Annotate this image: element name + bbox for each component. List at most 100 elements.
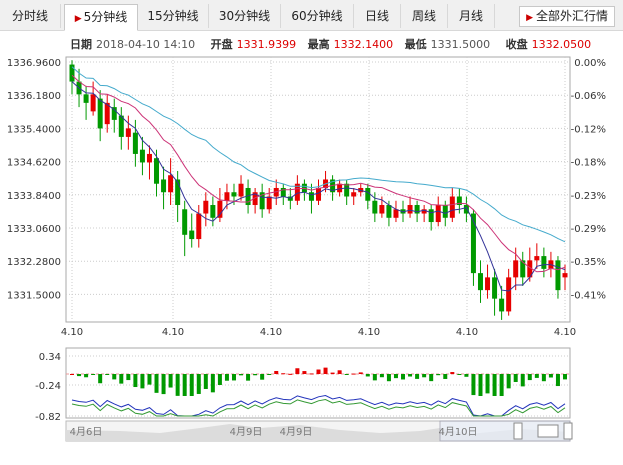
macd-bar-down — [126, 374, 131, 381]
indicator-frame — [65, 347, 571, 419]
navigator-date-label: 4月6日 — [70, 426, 103, 438]
macd-bar-down — [471, 374, 476, 396]
navigator-date-label: 4月10日 — [438, 426, 477, 438]
high-value: 1332.1400 — [333, 38, 394, 51]
macd-bar-up — [281, 373, 286, 375]
navigator-date-label: 4月9日 — [280, 426, 313, 438]
price-tick-label: 1332.2800 — [7, 257, 61, 268]
percent-tick-label: -0.35% — [571, 257, 606, 268]
macd-bar-down — [140, 374, 145, 389]
macd-bar-down — [386, 374, 391, 382]
macd-bar-down — [260, 374, 265, 380]
macd-bar-down — [499, 374, 504, 396]
tab-daily[interactable]: 日线 — [354, 4, 401, 28]
price-tick-label: 1331.5000 — [7, 290, 61, 301]
ma10-line — [71, 74, 566, 273]
macd-bar-down — [196, 374, 201, 394]
macd-bar-down — [267, 374, 272, 375]
date-label: 日期 — [70, 38, 92, 51]
price-tick-label: 1333.0600 — [7, 224, 61, 235]
open-value: 1331.9399 — [236, 38, 297, 51]
macd-bar-down — [372, 374, 377, 381]
candle-body — [442, 205, 448, 218]
macd-bar-down — [175, 374, 180, 396]
tab-5min-label: 5分钟线 — [83, 10, 128, 24]
macd-bar-down — [457, 374, 462, 375]
macd-bar-down — [203, 374, 208, 389]
range-navigator[interactable]: 4月6日 4月9日 4月9日 4月10日 — [65, 420, 573, 442]
candle-body — [414, 205, 420, 214]
macd-bar-down — [555, 374, 560, 387]
candle-body — [154, 158, 160, 184]
candle-body — [351, 192, 357, 197]
macd-bar-up — [302, 371, 307, 374]
tab-15min[interactable]: 15分钟线 — [138, 4, 209, 28]
candle-body — [506, 277, 512, 312]
candle-body — [499, 298, 505, 312]
candle-body — [252, 192, 258, 206]
macd-bar-down — [478, 374, 483, 396]
candle-body — [548, 260, 554, 269]
macd-bar-down — [253, 374, 258, 376]
open-label: 开盘 — [210, 38, 233, 51]
candle-body — [301, 183, 307, 193]
candle-body — [266, 196, 272, 210]
candle-body — [492, 277, 498, 299]
price-tick-label: 1336.1800 — [7, 91, 61, 102]
percent-tick-label: -0.12% — [571, 124, 606, 135]
candle-body — [287, 196, 293, 201]
indicator-tick-label: -0.24 — [35, 381, 61, 392]
candle-body — [217, 200, 223, 218]
macd-bar-down — [182, 374, 187, 396]
navigator-track — [65, 420, 571, 442]
macd-bar-down — [168, 374, 173, 388]
tab-monthly[interactable]: 月线 — [448, 4, 495, 28]
tab-5min[interactable]: ▶ 5分钟线 — [64, 4, 138, 31]
time-tick-label: 4.10 — [61, 327, 83, 338]
macd-bar-up — [330, 372, 335, 374]
candle-body — [273, 187, 279, 197]
macd-bar-down — [98, 374, 103, 384]
navigator-grip — [537, 424, 559, 438]
candle-body — [372, 200, 378, 214]
macd-bar-up — [323, 367, 328, 374]
candle-body — [541, 256, 547, 269]
macd-bar-down — [77, 374, 82, 377]
main-plot-frame — [65, 56, 571, 323]
macd-bar-down — [401, 374, 406, 380]
macd-bar-down — [485, 374, 490, 394]
tab-60min[interactable]: 60分钟线 — [281, 4, 354, 28]
macd-bar-down — [84, 374, 89, 378]
macd-bar-down — [429, 374, 434, 382]
candle-body — [449, 196, 455, 218]
candle-body — [555, 260, 561, 291]
all-fx-quotes-label: 全部外汇行情 — [535, 9, 608, 23]
all-fx-quotes-button[interactable]: ▶ 全部外汇行情 — [519, 6, 615, 27]
candle-body — [132, 132, 138, 154]
navigator-area — [66, 424, 570, 441]
candle-body — [477, 273, 483, 291]
dif-line — [71, 394, 566, 417]
moving-averages — [71, 66, 566, 292]
time-tick-label: 4.10 — [162, 327, 184, 338]
candle-body — [90, 94, 96, 112]
tab-30min[interactable]: 30分钟线 — [209, 4, 281, 28]
candle-body — [562, 273, 568, 278]
candle-body — [203, 200, 209, 214]
candle-body — [139, 149, 145, 163]
tab-intraday[interactable]: 分时线 — [0, 4, 61, 28]
macd-bar-up — [288, 373, 293, 375]
candle-body — [520, 260, 526, 278]
macd-bar-up — [295, 368, 300, 374]
period-tab-bar: 分时线 ▶ 5分钟线 15分钟线 30分钟线 60分钟线 日线 周线 月线 ▶ 全部… — [0, 0, 623, 31]
kline-chart[interactable]: 1336.9600 1336.1800 1335.4000 1334.6200 1333… — [0, 0, 623, 465]
macd-bar-up — [351, 373, 356, 375]
candle-body — [379, 205, 385, 214]
candle-body — [76, 81, 82, 95]
date-value: 2018-04-10 14:10 — [96, 38, 196, 51]
price-tick-label: 1334.6200 — [7, 158, 61, 169]
price-tick-label: 1336.9600 — [7, 58, 61, 69]
tab-weekly[interactable]: 周线 — [401, 4, 448, 28]
candle-body — [189, 230, 195, 240]
macd-bar-down — [246, 374, 251, 381]
